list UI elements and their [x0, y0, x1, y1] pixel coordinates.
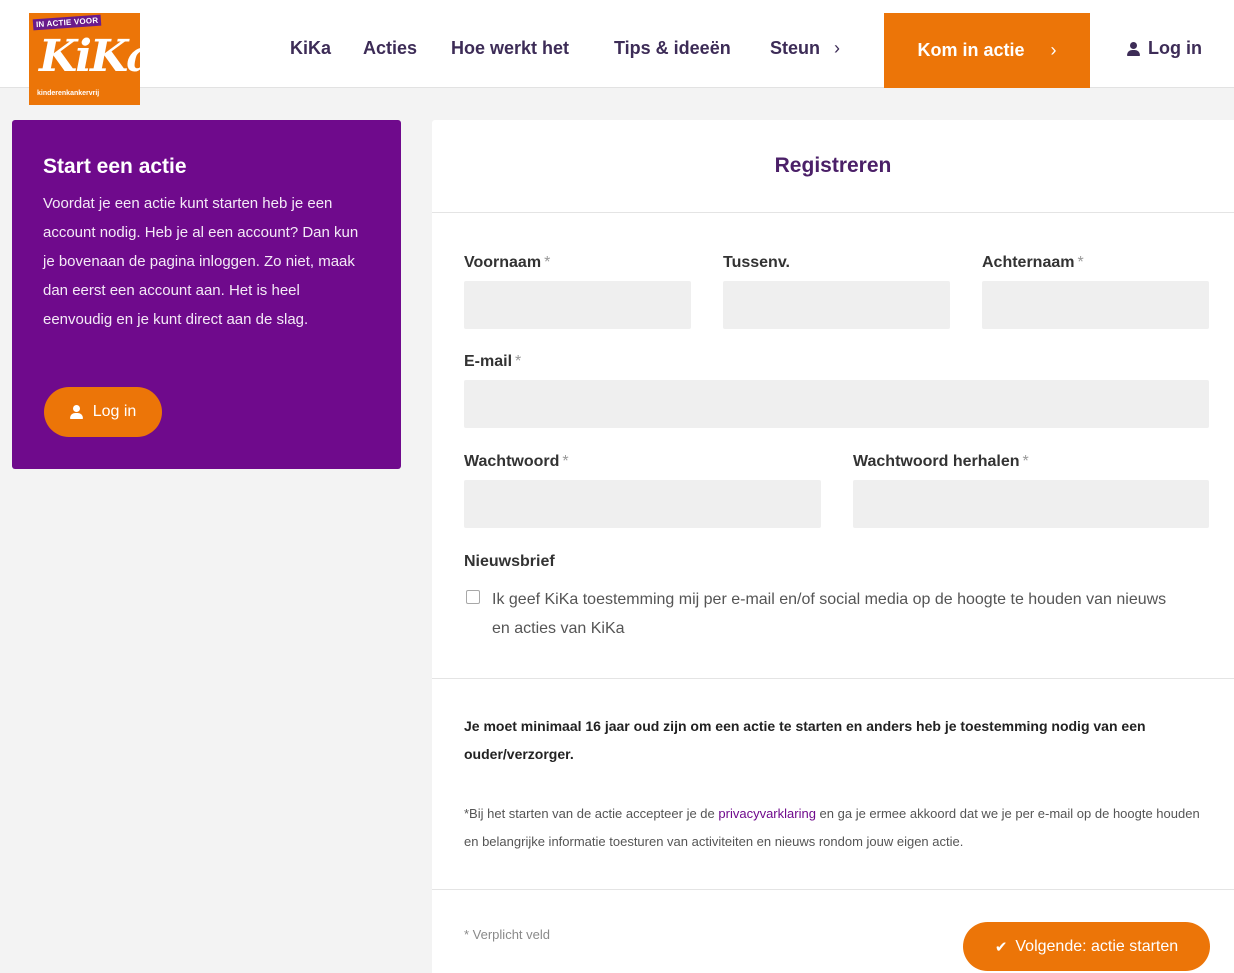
wachtwoord-input[interactable]: [464, 480, 821, 528]
newsletter-consent: Ik geef KiKa toestemming mij per e-mail …: [466, 585, 1186, 643]
email-input[interactable]: [464, 380, 1209, 428]
kom-in-actie-label: Kom in actie: [917, 40, 1025, 60]
email-label-text: E-mail: [464, 353, 513, 370]
chevron-right-icon: ›: [834, 38, 841, 58]
required-mark: *: [515, 353, 522, 370]
kika-logo[interactable]: IN ACTIE VOOR KiKa kinderenkankervrij: [29, 13, 140, 105]
next-button-label: Volgende: actie starten: [1015, 937, 1179, 955]
wachtwoord-label-text: Wachtwoord: [464, 453, 560, 470]
tussenv-label-text: Tussenv.: [723, 254, 790, 271]
age-warning: Je moet minimaal 16 jaar oud zijn om een…: [464, 718, 1146, 762]
divider: [432, 889, 1234, 890]
wachtwoord-herhalen-label: Wachtwoord herhalen *: [853, 453, 1029, 471]
tussenv-input[interactable]: [723, 281, 950, 329]
chevron-right-icon: ›: [1050, 40, 1057, 60]
privacy-text-before: *Bij het starten van de actie accepteer …: [464, 806, 719, 821]
kom-in-actie-button[interactable]: Kom in actie ›: [884, 13, 1090, 88]
divider: [432, 678, 1234, 679]
nieuwsbrief-label: Nieuwsbrief: [464, 553, 555, 570]
start-actie-panel: Start een actie Voordat je een actie kun…: [12, 120, 401, 469]
required-mark: *: [562, 453, 569, 470]
achternaam-label: Achternaam *: [982, 254, 1084, 272]
header-login-label: Log in: [1148, 38, 1202, 58]
wachtwoord-herhalen-input[interactable]: [853, 480, 1209, 528]
nav-hoe-werkt-het[interactable]: Hoe werkt het: [451, 38, 569, 59]
logo-subtext: kinderenkankervrij: [37, 90, 100, 97]
nav-tips-ideeen[interactable]: Tips & ideeën: [614, 38, 731, 59]
newsletter-checkbox[interactable]: [466, 590, 480, 604]
privacy-link[interactable]: privacyvarklaring: [718, 806, 816, 821]
header-login-link[interactable]: Log in: [1127, 38, 1202, 59]
voornaam-label: Voornaam *: [464, 254, 550, 272]
next-start-action-button[interactable]: ✔ Volgende: actie starten: [963, 922, 1210, 971]
nav-kika[interactable]: KiKa: [290, 38, 331, 59]
voornaam-label-text: Voornaam: [464, 254, 542, 271]
required-mark: *: [1022, 453, 1029, 470]
logo-tag: IN ACTIE VOOR: [32, 14, 102, 31]
tussenv-label: Tussenv.: [723, 254, 790, 272]
site-header: KiKa Acties Hoe werkt het Tips & ideeën …: [0, 0, 1234, 88]
newsletter-consent-text: Ik geef KiKa toestemming mij per e-mail …: [492, 591, 1167, 637]
sidebar-login-button[interactable]: Log in: [44, 387, 162, 437]
registration-form: Registreren Voornaam * Tussenv. Achternaa…: [432, 120, 1234, 973]
privacy-notice: *Bij het starten van de actie accepteer …: [464, 800, 1204, 856]
user-icon: [69, 405, 83, 419]
form-title: Registreren: [432, 120, 1234, 213]
wachtwoord-label: Wachtwoord *: [464, 453, 569, 471]
nav-steun-label: Steun: [770, 38, 821, 58]
user-icon: [1127, 41, 1140, 56]
nav-steun[interactable]: Steun ›: [770, 38, 840, 59]
sidebar-title: Start een actie: [43, 155, 187, 178]
nav-acties[interactable]: Acties: [363, 38, 417, 59]
wachtwoord-herhalen-label-text: Wachtwoord herhalen: [853, 453, 1020, 470]
required-mark: *: [544, 254, 551, 271]
checkmark-icon: ✔: [994, 938, 1008, 956]
email-label: E-mail *: [464, 353, 521, 371]
sidebar-login-label: Log in: [92, 403, 137, 420]
required-mark: *: [1077, 254, 1084, 271]
achternaam-label-text: Achternaam: [982, 254, 1075, 271]
voornaam-input[interactable]: [464, 281, 691, 329]
logo-word: KiKa: [39, 31, 140, 82]
achternaam-input[interactable]: [982, 281, 1209, 329]
required-field-note: * Verplicht veld: [464, 927, 550, 942]
sidebar-text: Voordat je een actie kunt starten heb je…: [43, 195, 359, 328]
